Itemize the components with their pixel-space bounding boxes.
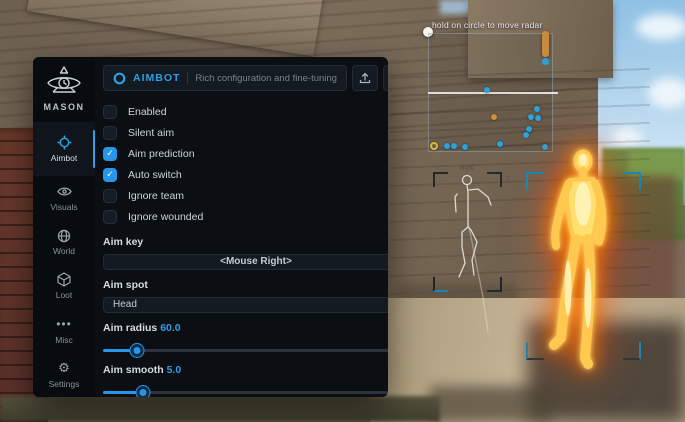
divider bbox=[187, 72, 188, 84]
slider-thumb[interactable] bbox=[136, 386, 149, 397]
aim-radius-slider[interactable] bbox=[103, 344, 388, 353]
esp-corner bbox=[526, 342, 544, 360]
sidebar-item-label: Misc bbox=[55, 335, 72, 345]
sidebar-item-label: Settings bbox=[49, 379, 80, 389]
radar-player-dot bbox=[535, 115, 541, 121]
checkbox: ✓ bbox=[103, 210, 117, 224]
sidebar-item-loot[interactable]: Loot bbox=[33, 264, 95, 308]
cloud bbox=[648, 78, 685, 108]
sidebar-item-label: World bbox=[53, 246, 75, 256]
checkbox-label: Ignore team bbox=[128, 190, 184, 202]
checkbox-label: Enabled bbox=[128, 106, 167, 118]
checkbox-label: Ignore wounded bbox=[128, 211, 203, 223]
skeleton-esp bbox=[428, 172, 508, 297]
mason-logo-icon bbox=[44, 65, 84, 99]
world-markers bbox=[542, 31, 552, 67]
road bbox=[0, 396, 440, 422]
export-config-button[interactable] bbox=[352, 65, 378, 91]
radar bbox=[428, 33, 553, 152]
menu-sidebar: MASON Aimbot Visuals World bbox=[33, 57, 95, 397]
aim-key-label: Aim key bbox=[103, 236, 388, 248]
gear-icon: ⚙ bbox=[58, 361, 70, 376]
checkbox-label: Auto switch bbox=[128, 169, 182, 181]
brand-name: MASON bbox=[44, 102, 85, 112]
esp-corner bbox=[526, 172, 544, 190]
aim-spot-value: Head bbox=[113, 299, 137, 310]
checkbox: ✓ bbox=[103, 168, 117, 182]
aim-spot-label: Aim spot bbox=[103, 279, 388, 291]
cloud bbox=[636, 14, 685, 40]
panel-title: AIMBOT bbox=[133, 72, 180, 84]
checkbox-ignore-wounded[interactable]: ✓ Ignore wounded bbox=[103, 206, 388, 227]
radar-player-dot bbox=[484, 87, 490, 93]
radar-crossline bbox=[428, 92, 558, 94]
slider-track bbox=[103, 349, 388, 352]
radar-player-dot bbox=[523, 132, 529, 138]
radar-player-dot bbox=[534, 106, 540, 112]
radar-player-dot bbox=[497, 141, 503, 147]
aim-smooth-label: Aim smooth 5.0 bbox=[103, 364, 388, 376]
crosshair-icon bbox=[57, 135, 72, 150]
panel-title-bar: AIMBOT Rich configuration and fine-tunin… bbox=[103, 65, 347, 91]
slider-thumb[interactable] bbox=[130, 344, 143, 357]
checkbox: ✓ bbox=[103, 147, 117, 161]
brand: MASON bbox=[44, 65, 85, 122]
checkbox-auto-switch[interactable]: ✓ Auto switch bbox=[103, 164, 388, 185]
game-screen: hold on circle to move radar noc 5 bbox=[0, 0, 685, 422]
radar-player-dot bbox=[491, 114, 497, 120]
checkbox: ✓ bbox=[103, 189, 117, 203]
radar-hint-text: hold on circle to move radar bbox=[432, 20, 543, 30]
checkbox-ignore-team[interactable]: ✓ Ignore team bbox=[103, 185, 388, 206]
globe-icon bbox=[57, 228, 71, 243]
aim-key-button[interactable]: <Mouse Right> bbox=[103, 254, 388, 270]
checkbox-silent-aim[interactable]: ✓ Silent aim bbox=[103, 122, 388, 143]
player-esp-box bbox=[526, 172, 641, 360]
player-marker-dot bbox=[542, 58, 549, 65]
esp-corner bbox=[623, 342, 641, 360]
import-config-button[interactable] bbox=[383, 65, 388, 91]
sidebar-item-aimbot[interactable]: Aimbot bbox=[33, 122, 95, 176]
sidebar-item-world[interactable]: World bbox=[33, 220, 95, 264]
checkbox-enabled[interactable]: ✓ Enabled bbox=[103, 101, 388, 122]
checkbox-label: Silent aim bbox=[128, 127, 174, 139]
loot-marker-bar bbox=[542, 31, 549, 57]
checkbox-label: Aim prediction bbox=[128, 148, 195, 160]
radar-player-dot bbox=[451, 143, 457, 149]
skeleton-esp-box: noc 5 bbox=[433, 172, 502, 292]
aim-smooth-slider[interactable] bbox=[103, 386, 388, 395]
esp-corner bbox=[623, 172, 641, 190]
cheat-menu-window: MASON Aimbot Visuals World bbox=[33, 57, 388, 397]
checkbox: ✓ bbox=[103, 105, 117, 119]
esp-player-name: noc bbox=[433, 162, 502, 172]
sidebar-item-label: Visuals bbox=[50, 202, 77, 212]
checkbox-list: ✓ Enabled ✓ Silent aim ✓ Aim prediction … bbox=[103, 101, 388, 227]
checkbox: ✓ bbox=[103, 126, 117, 140]
aim-smooth-value: 5.0 bbox=[167, 364, 182, 376]
panel-subtitle: Rich configuration and fine-tuning bbox=[195, 73, 337, 84]
sidebar-item-visuals[interactable]: Visuals bbox=[33, 176, 95, 220]
aim-radius-label: Aim radius 60.0 bbox=[103, 322, 388, 334]
radar-local-player-marker bbox=[430, 142, 438, 150]
panel-header: AIMBOT Rich configuration and fine-tunin… bbox=[103, 65, 388, 91]
aim-radius-value: 60.0 bbox=[160, 322, 180, 334]
ground-shadow bbox=[430, 386, 550, 422]
checkbox-aim-prediction[interactable]: ✓ Aim prediction bbox=[103, 143, 388, 164]
upload-icon bbox=[359, 72, 371, 84]
target-icon bbox=[113, 72, 126, 85]
ellipsis-icon: ••• bbox=[56, 317, 72, 332]
cube-icon bbox=[57, 272, 71, 287]
radar-player-dot bbox=[462, 144, 468, 150]
sidebar-item-label: Aimbot bbox=[51, 153, 77, 163]
radar-player-dot bbox=[528, 114, 534, 120]
aim-spot-dropdown[interactable]: Head ▼ bbox=[103, 297, 388, 313]
sidebar-item-settings[interactable]: ⚙ Settings bbox=[33, 353, 95, 397]
radar-player-dot bbox=[444, 143, 450, 149]
menu-content: AIMBOT Rich configuration and fine-tunin… bbox=[95, 57, 388, 397]
eye-icon bbox=[57, 184, 72, 199]
sidebar-item-label: Loot bbox=[56, 290, 73, 300]
sidebar-item-misc[interactable]: ••• Misc bbox=[33, 309, 95, 353]
